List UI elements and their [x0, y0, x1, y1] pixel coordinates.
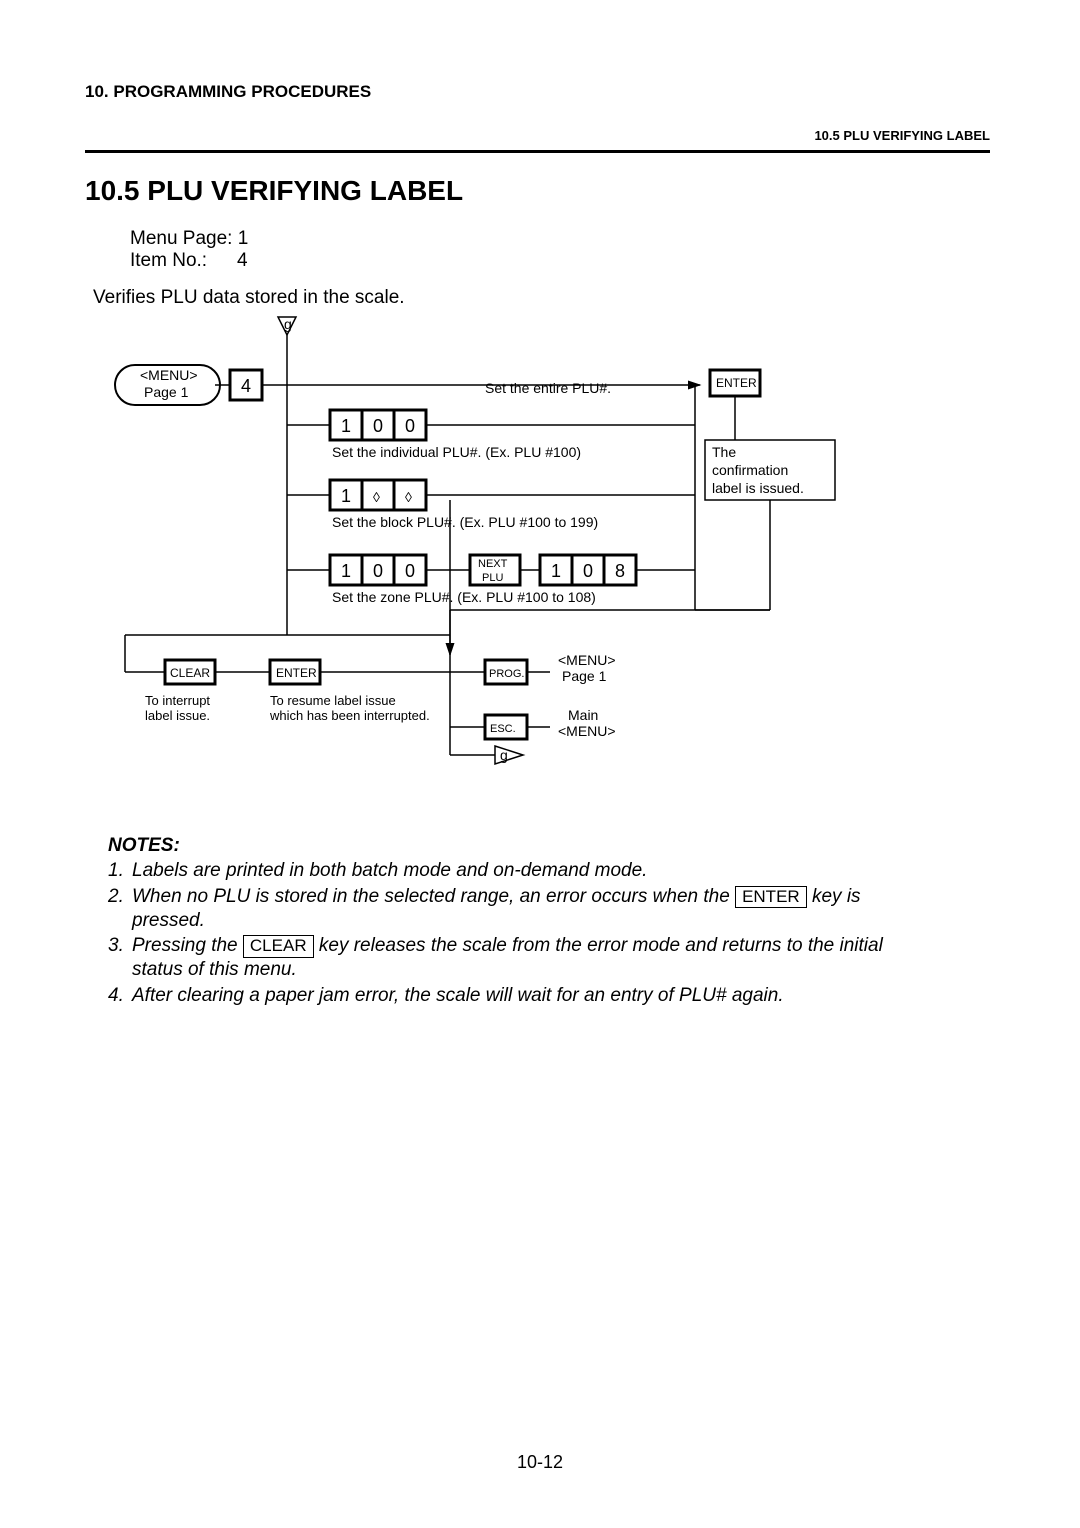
ind-d3: 0 — [405, 416, 415, 436]
zone-caption: Set the zone PLU#. (Ex. PLU #100 to 108) — [332, 589, 596, 605]
interrupt1: To interrupt — [145, 693, 210, 708]
page-number: 10-12 — [0, 1452, 1080, 1473]
header-chapter: 10. PROGRAMMING PROCEDURES — [85, 82, 371, 102]
menu-box-line1: <MENU> — [140, 367, 198, 383]
menu-r2b: <MENU> — [558, 723, 616, 739]
item-no-label: Item No.: — [130, 250, 207, 272]
ind-caption: Set the individual PLU#. (Ex. PLU #100) — [332, 444, 581, 460]
key-4: 4 — [241, 376, 251, 396]
header-section: 10.5 PLU VERIFYING LABEL — [814, 128, 990, 143]
menu-r1b: Page 1 — [562, 668, 607, 684]
note-4: 4. After clearing a paper jam error, the… — [108, 984, 990, 1008]
menu-box-line2: Page 1 — [144, 384, 189, 400]
interrupt2: label issue. — [145, 708, 210, 723]
note-1: 1. Labels are printed in both batch mode… — [108, 859, 990, 883]
notes-section: NOTES: 1. Labels are printed in both bat… — [108, 835, 990, 1010]
section-title: 10.5 PLU VERIFYING LABEL — [85, 175, 463, 207]
resume2: which has been interrupted. — [269, 708, 430, 723]
nextplu2: PLU — [482, 572, 503, 584]
za-d2: 0 — [373, 561, 383, 581]
ind-d1: 1 — [341, 416, 351, 436]
menu-r1a: <MENU> — [558, 652, 616, 668]
blk-d2: ◊ — [373, 489, 380, 505]
enter-key: ENTER — [716, 376, 757, 390]
blk-caption: Set the block PLU#. (Ex. PLU #100 to 199… — [332, 514, 598, 530]
zb-d1: 1 — [551, 561, 561, 581]
enter2-key: ENTER — [276, 666, 317, 680]
ind-d2: 0 — [373, 416, 383, 436]
item-no-value: 4 — [237, 250, 248, 272]
note-3: 3. Pressing the CLEAR key releases the s… — [108, 934, 990, 982]
flow-diagram: g <MENU> Page 1 4 Set the entire PLU#. E… — [80, 315, 880, 815]
za-d1: 1 — [341, 561, 351, 581]
notes-title: NOTES: — [108, 835, 990, 857]
resume1: To resume label issue — [270, 693, 396, 708]
menu-page-line: Menu Page: 1 — [130, 228, 248, 250]
note-2: 2. When no PLU is stored in the selected… — [108, 885, 990, 933]
za-d3: 0 — [405, 561, 415, 581]
header-rule — [85, 150, 990, 153]
blk-d3: ◊ — [405, 489, 412, 505]
clear-key-inline: CLEAR — [243, 935, 314, 957]
blk-d1: 1 — [341, 486, 351, 506]
set-entire: Set the entire PLU#. — [485, 380, 611, 396]
esc-key: ESC. — [490, 723, 516, 735]
prog-key: PROG. — [489, 668, 524, 680]
description-line: Verifies PLU data stored in the scale. — [93, 287, 405, 309]
enter-key-inline: ENTER — [735, 886, 807, 908]
g-bottom: g — [500, 747, 508, 763]
g-top-label: g — [284, 316, 292, 332]
nextplu1: NEXT — [478, 558, 508, 570]
menu-r2a: Main — [568, 707, 598, 723]
page: 10. PROGRAMMING PROCEDURES 10.5 PLU VERI… — [0, 0, 1080, 1528]
confirm-line3: label is issued. — [712, 480, 804, 496]
confirm-line1: The — [712, 444, 736, 460]
zb-d3: 8 — [615, 561, 625, 581]
clear-key: CLEAR — [170, 666, 210, 680]
confirm-line2: confirmation — [712, 462, 788, 478]
zb-d2: 0 — [583, 561, 593, 581]
